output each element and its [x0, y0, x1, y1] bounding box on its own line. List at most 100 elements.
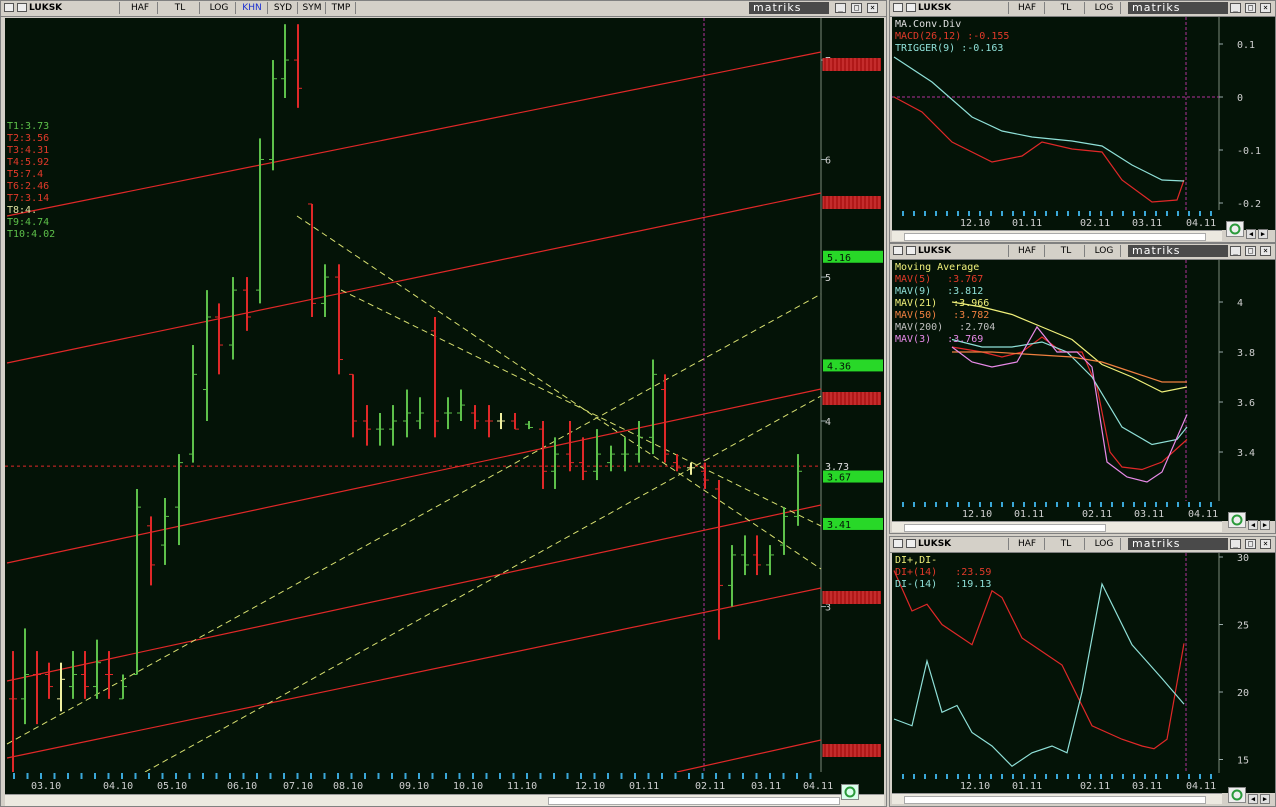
toolbar-sym-button[interactable]: SYM	[299, 2, 326, 14]
toolbar-khn-button[interactable]: KHN	[237, 2, 268, 14]
refresh-icon[interactable]	[841, 784, 859, 800]
date-tick	[1188, 774, 1190, 779]
symbol-label[interactable]: LUKSK	[29, 2, 120, 14]
date-tick	[80, 773, 83, 779]
macd-chart-area[interactable]: 0.1 0 -0.1 -0.2 MA.Conv.Div MACD(26,12) :-0…	[892, 17, 1275, 210]
close-icon[interactable]: ×	[1260, 3, 1271, 13]
mav-value: :3.966	[953, 298, 990, 309]
date-tick	[728, 773, 731, 779]
date-tick	[913, 211, 915, 216]
maximize-icon[interactable]: □	[851, 3, 862, 13]
symbol-label[interactable]: LUKSK	[918, 245, 1009, 257]
toolbar-haf-button[interactable]: HAF	[1010, 2, 1045, 14]
value-tick-label: 3.8	[1237, 348, 1255, 359]
date-tick	[1056, 211, 1058, 216]
macd-scrollbar[interactable]	[892, 230, 1222, 241]
date-label: 12.10	[962, 509, 992, 520]
mav-chart-area[interactable]: 4 3.8 3.6 3.4 Moving Average MAV(5):3.767 MA…	[892, 260, 1275, 501]
date-tick	[902, 774, 904, 779]
date-tick	[1001, 502, 1003, 507]
scrollbar-thumb[interactable]	[904, 233, 1206, 241]
scrollbar-thumb[interactable]	[904, 524, 1106, 532]
price-chart-area[interactable]: 8765435.164.363.673.413.73 T1:3.73T2:3.5…	[5, 18, 884, 772]
date-tick	[809, 773, 812, 779]
close-icon[interactable]: ×	[867, 3, 878, 13]
toolbar-tl-button[interactable]: TL	[1048, 2, 1085, 14]
main-horizontal-scrollbar[interactable]	[5, 794, 884, 806]
toolbar-haf-button[interactable]: HAF	[1010, 538, 1045, 550]
symbol-menu-icon[interactable]	[17, 3, 27, 12]
toolbar-log-button[interactable]: LOG	[1088, 2, 1121, 14]
date-tick	[107, 773, 110, 779]
symbol-menu-icon[interactable]	[906, 3, 916, 12]
toolbar-log-button[interactable]: LOG	[203, 2, 236, 14]
scroll-right-icon[interactable]: ▶	[1260, 520, 1270, 530]
price-tick-label: 6	[825, 155, 831, 166]
symbol-menu-icon[interactable]	[906, 246, 916, 255]
toolbar-haf-button[interactable]: HAF	[123, 2, 158, 14]
toolbar-syd-button[interactable]: SYD	[269, 2, 298, 14]
di-chart-area[interactable]: 30 25 20 15 DI+,DI- DI+(14) :23.59 DI-(14) …	[892, 553, 1275, 773]
minimize-icon[interactable]: _	[1230, 246, 1241, 256]
minimize-icon[interactable]: _	[835, 3, 846, 13]
minimize-icon[interactable]: _	[1230, 3, 1241, 13]
mav-value: :2.704	[959, 322, 996, 333]
toolbar-haf-button[interactable]: HAF	[1010, 245, 1045, 257]
symbol-menu-icon[interactable]	[906, 539, 916, 548]
maximize-icon[interactable]: □	[1245, 3, 1256, 13]
scrollbar-thumb[interactable]	[548, 797, 840, 805]
symbol-label[interactable]: LUKSK	[918, 538, 1009, 550]
date-tick	[377, 773, 380, 779]
window-menu-icon[interactable]	[4, 3, 14, 12]
refresh-icon[interactable]	[1226, 221, 1244, 237]
mav-scrollbar[interactable]	[892, 521, 1222, 532]
close-icon[interactable]: ×	[1260, 539, 1271, 549]
date-tick	[1067, 502, 1069, 507]
maximize-icon[interactable]: □	[1245, 246, 1256, 256]
date-tick	[458, 773, 461, 779]
refresh-icon[interactable]	[1228, 787, 1246, 803]
date-tick	[1001, 211, 1003, 216]
close-icon[interactable]: ×	[1260, 246, 1271, 256]
date-label: 04.10	[103, 781, 133, 792]
date-tick	[296, 773, 299, 779]
window-menu-icon[interactable]	[893, 3, 903, 12]
refresh-icon[interactable]	[1228, 512, 1246, 528]
scroll-left-icon[interactable]: ◀	[1246, 229, 1256, 239]
date-tick	[40, 773, 42, 779]
toolbar-log-button[interactable]: LOG	[1088, 538, 1121, 550]
maximize-icon[interactable]: □	[1245, 539, 1256, 549]
date-tick	[1111, 211, 1113, 216]
indicator-line	[893, 582, 1185, 768]
scrollbar-thumb[interactable]	[904, 796, 1206, 804]
toolbar-tl-button[interactable]: TL	[1048, 245, 1085, 257]
macd-label: MACD(26,12)	[895, 31, 962, 42]
di-scrollbar[interactable]	[892, 793, 1222, 804]
date-axis-svg: 12.10 01.11 02.11 03.11 04.11	[902, 502, 1218, 520]
symbol-label[interactable]: LUKSK	[918, 2, 1009, 14]
toolbar-log-button[interactable]: LOG	[1088, 245, 1121, 257]
toolbar-tmp-button[interactable]: TMP	[327, 2, 356, 14]
date-tick	[1133, 774, 1135, 779]
highlight-label-text: 3.67	[827, 473, 851, 484]
scroll-left-icon[interactable]: ◀	[1248, 794, 1258, 804]
scroll-right-icon[interactable]: ▶	[1258, 229, 1268, 239]
target-level-item: T2:3.56	[7, 133, 50, 144]
window-menu-icon[interactable]	[893, 539, 903, 548]
date-tick	[742, 773, 744, 779]
scroll-right-icon[interactable]: ▶	[1260, 794, 1270, 804]
date-tick	[580, 773, 582, 779]
date-tick	[1023, 774, 1025, 779]
date-tick	[1100, 502, 1102, 507]
scroll-left-icon[interactable]: ◀	[1248, 520, 1258, 530]
level-marker	[823, 196, 881, 209]
toolbar-tl-button[interactable]: TL	[161, 2, 200, 14]
toolbar-tl-button[interactable]: TL	[1048, 538, 1085, 550]
minimize-icon[interactable]: _	[1230, 539, 1241, 549]
date-tick	[913, 774, 915, 779]
date-tick	[269, 773, 272, 779]
window-menu-icon[interactable]	[893, 246, 903, 255]
date-tick	[175, 773, 177, 779]
date-tick	[499, 773, 501, 779]
di-plus-label: DI+(14)	[895, 567, 938, 578]
